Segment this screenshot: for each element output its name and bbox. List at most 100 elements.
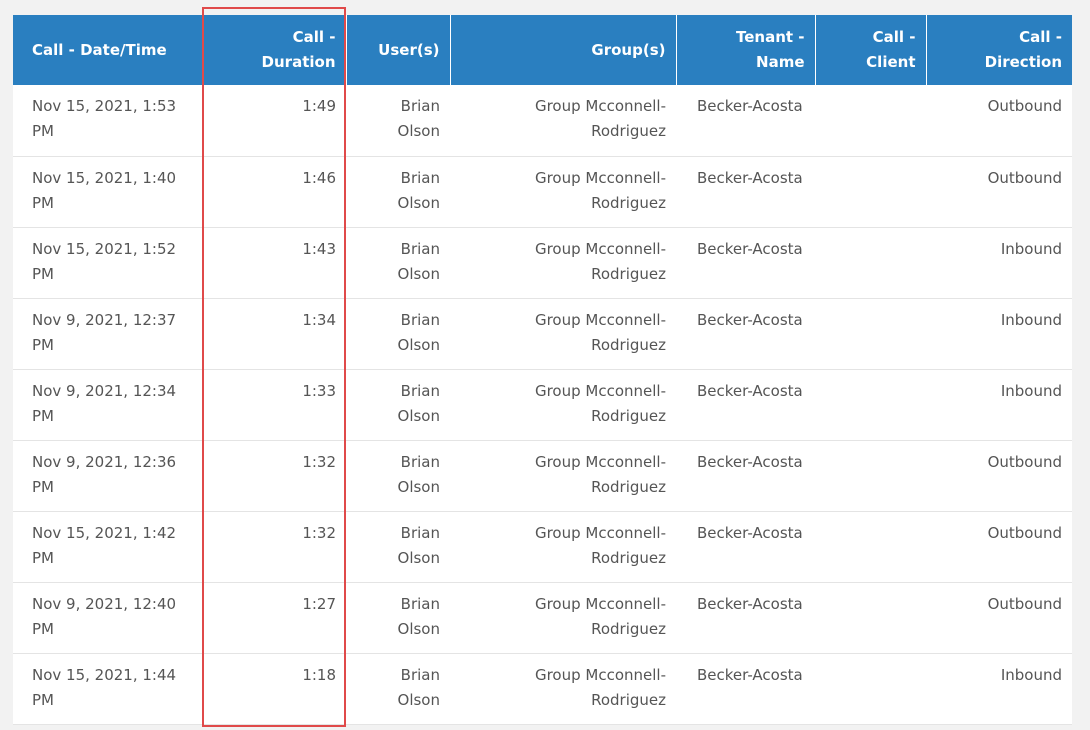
column-header-call-client[interactable]: Call - Client xyxy=(815,15,927,85)
header-label-line2: Name xyxy=(756,53,805,71)
cell-call-client xyxy=(815,227,926,299)
datetime-line1: Nov 15, 2021, 1:52 xyxy=(32,239,177,258)
duration-value: 1:49 xyxy=(302,97,336,115)
cell-tenant-name: Becker-Acosta xyxy=(676,85,815,157)
group-line1: Group Mcconnell- xyxy=(534,523,666,542)
table-row[interactable]: Nov 15, 2021, 1:40 PM 1:46 Brian Olson G… xyxy=(13,156,1072,228)
cell-tenant-name: Becker-Acosta xyxy=(676,227,815,299)
cell-call-direction: Outbound xyxy=(926,511,1072,583)
column-header-call-duration[interactable]: Call - Duration xyxy=(203,15,347,85)
direction-value: Outbound xyxy=(987,452,1062,471)
user-last: Olson xyxy=(397,619,440,638)
cell-groups: Group Mcconnell- Rodriguez xyxy=(450,298,676,370)
user-last: Olson xyxy=(397,193,440,212)
cell-users: Brian Olson xyxy=(346,156,450,228)
group-line1: Group Mcconnell- xyxy=(534,665,666,684)
table-row[interactable]: Nov 9, 2021, 12:40 PM 1:27 Brian Olson G… xyxy=(13,582,1072,654)
datetime-line1: Nov 15, 2021, 1:53 xyxy=(32,97,177,115)
calls-table: Call - Date/Time Call - Duration User(s)… xyxy=(13,15,1072,725)
cell-call-client xyxy=(815,156,926,228)
direction-value: Inbound xyxy=(1000,381,1062,400)
group-line2: Rodriguez xyxy=(591,264,666,283)
tenant-value: Becker-Acosta xyxy=(697,310,803,329)
cell-call-direction: Inbound xyxy=(926,298,1072,370)
tenant-value: Becker-Acosta xyxy=(697,381,803,400)
cell-tenant-name: Becker-Acosta xyxy=(676,298,815,370)
tenant-value: Becker-Acosta xyxy=(697,665,803,684)
datetime-line2: PM xyxy=(32,335,54,354)
direction-value: Outbound xyxy=(987,594,1062,613)
user-first: Brian xyxy=(400,523,440,542)
table-row[interactable]: Nov 9, 2021, 12:34 PM 1:33 Brian Olson G… xyxy=(13,369,1072,441)
user-last: Olson xyxy=(397,406,440,425)
column-header-groups[interactable]: Group(s) xyxy=(450,15,677,85)
tenant-value: Becker-Acosta xyxy=(697,168,803,187)
group-line2: Rodriguez xyxy=(591,193,666,212)
cell-call-direction: Outbound xyxy=(926,156,1072,228)
header-label: Call - Date/Time xyxy=(32,40,167,59)
user-first: Brian xyxy=(400,168,440,187)
duration-value: 1:18 xyxy=(302,665,336,684)
group-line1: Group Mcconnell- xyxy=(534,97,666,115)
cell-call-datetime: Nov 9, 2021, 12:37 PM xyxy=(13,298,203,370)
user-last: Olson xyxy=(397,335,440,354)
column-header-tenant-name[interactable]: Tenant - Name xyxy=(676,15,816,85)
cell-users: Brian Olson xyxy=(346,369,450,441)
cell-call-client xyxy=(815,511,926,583)
group-line2: Rodriguez xyxy=(591,477,666,496)
datetime-line2: PM xyxy=(32,619,54,638)
cell-users: Brian Olson xyxy=(346,582,450,654)
column-header-users[interactable]: User(s) xyxy=(346,15,451,85)
table-row[interactable]: Nov 15, 2021, 1:53 PM 1:49 Brian Olson G… xyxy=(13,85,1072,157)
cell-call-direction: Inbound xyxy=(926,653,1072,725)
cell-tenant-name: Becker-Acosta xyxy=(676,653,815,725)
cell-call-datetime: Nov 15, 2021, 1:52 PM xyxy=(13,227,203,299)
direction-value: Inbound xyxy=(1000,665,1062,684)
cell-tenant-name: Becker-Acosta xyxy=(676,582,815,654)
report-view: Call - Date/Time Call - Duration User(s)… xyxy=(0,0,1090,730)
datetime-line1: Nov 9, 2021, 12:37 xyxy=(32,310,177,329)
cell-call-datetime: Nov 15, 2021, 1:40 PM xyxy=(13,156,203,228)
user-last: Olson xyxy=(397,690,440,709)
datetime-line2: PM xyxy=(32,122,54,140)
table-row[interactable]: Nov 15, 2021, 1:52 PM 1:43 Brian Olson G… xyxy=(13,227,1072,299)
header-label: User(s) xyxy=(378,40,440,59)
cell-call-datetime: Nov 15, 2021, 1:53 PM xyxy=(13,85,203,157)
table-row[interactable]: Nov 9, 2021, 12:36 PM 1:32 Brian Olson G… xyxy=(13,440,1072,512)
header-label-line1: Call - xyxy=(1019,28,1062,46)
datetime-line2: PM xyxy=(32,264,54,283)
cell-call-datetime: Nov 15, 2021, 1:44 PM xyxy=(13,653,203,725)
table-row[interactable]: Nov 9, 2021, 12:37 PM 1:34 Brian Olson G… xyxy=(13,298,1072,370)
group-line2: Rodriguez xyxy=(591,335,666,354)
group-line1: Group Mcconnell- xyxy=(534,310,666,329)
cell-call-direction: Outbound xyxy=(926,440,1072,512)
column-header-call-datetime[interactable]: Call - Date/Time xyxy=(13,15,204,85)
datetime-line1: Nov 9, 2021, 12:40 xyxy=(32,594,177,613)
duration-value: 1:33 xyxy=(302,381,336,400)
header-label-line1: Tenant - xyxy=(735,28,805,46)
datetime-line1: Nov 15, 2021, 1:42 xyxy=(32,523,177,542)
header-label-line1: Call - xyxy=(872,28,916,46)
group-line1: Group Mcconnell- xyxy=(534,239,666,258)
cell-call-client xyxy=(815,298,926,370)
user-first: Brian xyxy=(400,239,440,258)
cell-call-datetime: Nov 15, 2021, 1:42 PM xyxy=(13,511,203,583)
column-header-call-direction[interactable]: Call - Direction xyxy=(926,15,1072,85)
user-first: Brian xyxy=(400,594,440,613)
table-row[interactable]: Nov 15, 2021, 1:42 PM 1:32 Brian Olson G… xyxy=(13,511,1072,583)
cell-call-client xyxy=(815,369,926,441)
user-first: Brian xyxy=(400,381,440,400)
user-last: Olson xyxy=(397,122,440,140)
cell-groups: Group Mcconnell- Rodriguez xyxy=(450,582,676,654)
cell-call-duration: 1:32 xyxy=(203,511,346,583)
group-line1: Group Mcconnell- xyxy=(534,168,666,187)
cell-groups: Group Mcconnell- Rodriguez xyxy=(450,227,676,299)
cell-call-client xyxy=(815,582,926,654)
direction-value: Outbound xyxy=(987,168,1062,187)
cell-call-duration: 1:43 xyxy=(203,227,346,299)
group-line2: Rodriguez xyxy=(591,406,666,425)
datetime-line2: PM xyxy=(32,406,54,425)
header-label: Group(s) xyxy=(591,40,666,59)
user-first: Brian xyxy=(400,665,440,684)
table-row[interactable]: Nov 15, 2021, 1:44 PM 1:18 Brian Olson G… xyxy=(13,653,1072,725)
